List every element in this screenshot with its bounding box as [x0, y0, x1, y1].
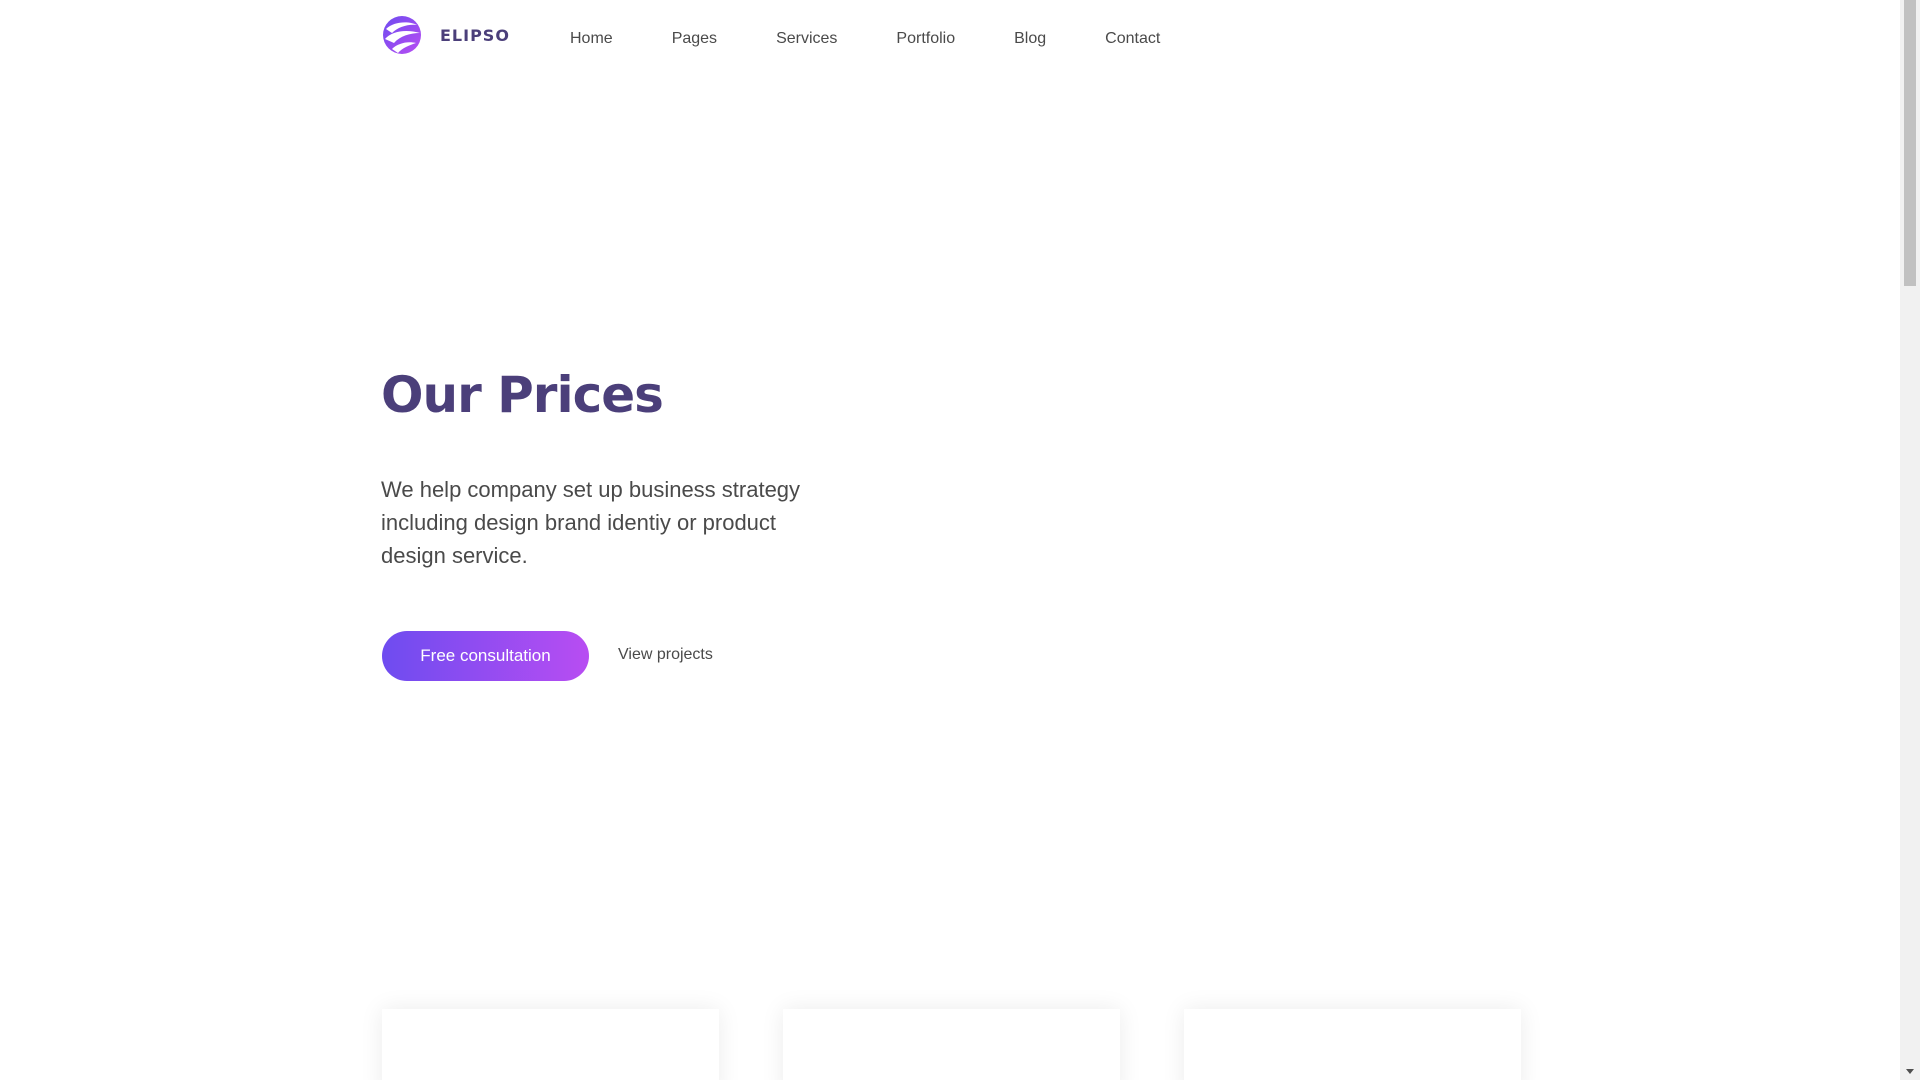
site-header: ELIPSO Home Pages Services Portfolio Blo…: [0, 0, 1900, 84]
nav-pages[interactable]: Pages: [672, 30, 717, 48]
nav-portfolio[interactable]: Portfolio: [896, 30, 955, 48]
page-title: Our Prices: [381, 366, 664, 424]
scrollbar-thumb[interactable]: [1904, 0, 1916, 286]
logo-link[interactable]: ELIPSO: [382, 15, 510, 55]
pricing-card: [783, 1009, 1120, 1080]
nav-services[interactable]: Services: [776, 30, 837, 48]
scroll-down-icon[interactable]: [1900, 1062, 1920, 1080]
nav-contact[interactable]: Contact: [1105, 30, 1160, 48]
free-consultation-button[interactable]: Free consultation: [382, 631, 589, 681]
brand-name: ELIPSO: [440, 25, 510, 45]
nav-home[interactable]: Home: [570, 30, 613, 48]
pricing-card: [382, 1009, 719, 1080]
nav-blog[interactable]: Blog: [1014, 30, 1046, 48]
view-projects-link[interactable]: View projects: [618, 646, 713, 664]
pricing-card: [1184, 1009, 1521, 1080]
vertical-scrollbar[interactable]: [1900, 0, 1920, 1080]
logo-icon: [383, 16, 421, 54]
main-nav: Home Pages Services Portfolio Blog Conta…: [570, 30, 1219, 48]
hero-description: We help company set up business strategy…: [381, 477, 801, 568]
